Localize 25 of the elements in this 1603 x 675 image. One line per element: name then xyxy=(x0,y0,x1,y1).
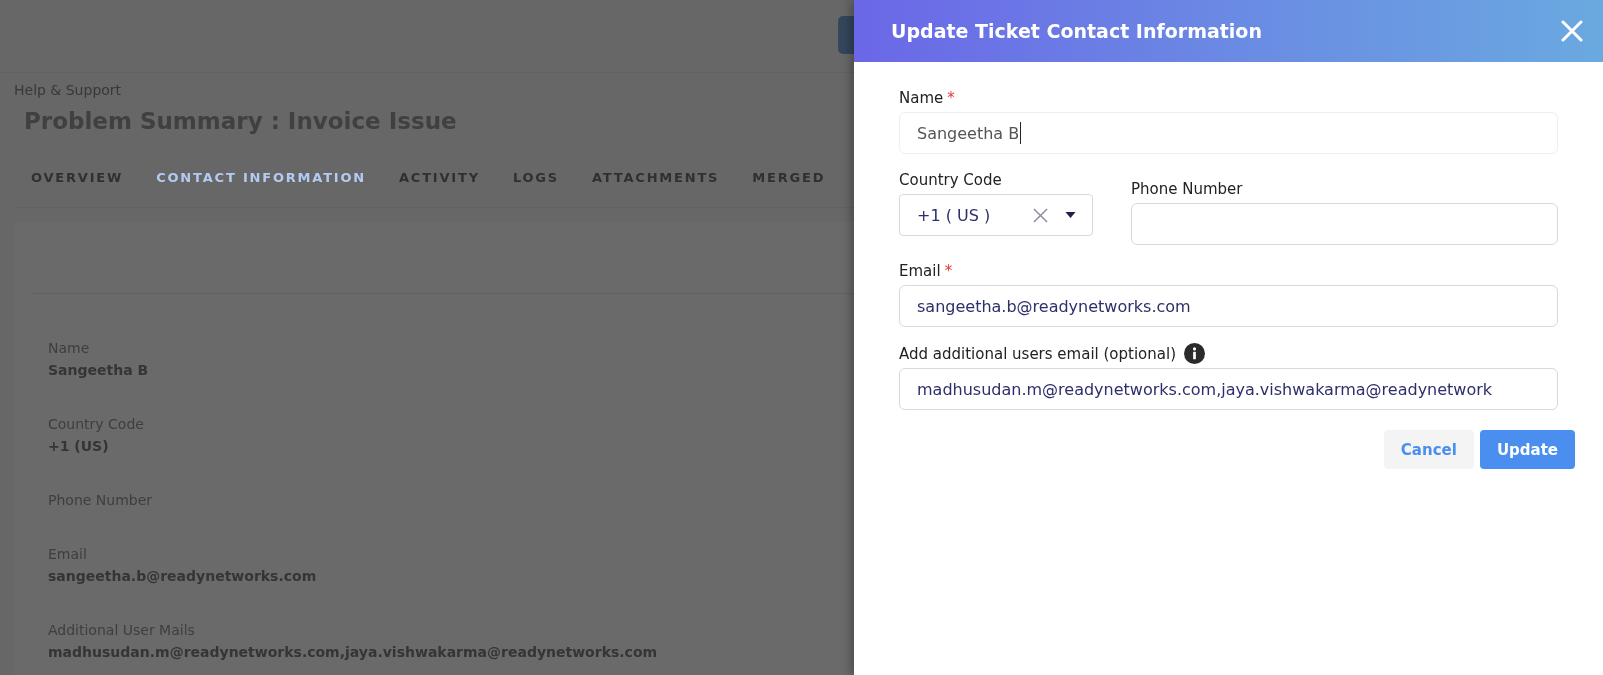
info-icon[interactable] xyxy=(1184,343,1205,364)
tab[interactable]: OVERVIEW xyxy=(31,158,124,207)
cancel-button[interactable]: Cancel xyxy=(1383,430,1474,469)
tab[interactable]: MERGED xyxy=(752,158,826,207)
required-mark: * xyxy=(947,88,955,108)
submit-button[interactable]: Update xyxy=(1479,430,1575,469)
input-field[interactable] xyxy=(1131,203,1558,245)
field-label: Country Code xyxy=(899,170,1002,190)
field-label: Phone Number xyxy=(1131,179,1243,199)
input-field[interactable]: Sangeetha B xyxy=(899,112,1558,154)
field-label: Email xyxy=(899,261,941,281)
dropdown-field[interactable]: +1 ( US ) xyxy=(899,194,1093,236)
input-field[interactable]: madhusudan.m@readynetworks.com,jaya.vishwakarma@readynetwork xyxy=(899,368,1558,410)
tab[interactable]: ACTIVITY xyxy=(399,158,480,207)
field-label: Name xyxy=(899,88,944,108)
dialog-title: Update Ticket Contact Information xyxy=(891,20,1262,42)
caret-down-icon[interactable] xyxy=(1065,212,1076,218)
input-field[interactable]: sangeetha.b@readynetworks.com xyxy=(899,285,1558,327)
required-mark: * xyxy=(944,261,953,281)
text-cursor xyxy=(1020,122,1022,144)
clear-icon[interactable] xyxy=(1033,207,1048,223)
close-icon[interactable] xyxy=(1561,20,1583,42)
field-label: Add additional users email (optional) xyxy=(899,343,1176,364)
tab[interactable]: ATTACHMENTS xyxy=(592,158,720,207)
tab[interactable]: CONTACT INFORMATION xyxy=(156,158,366,207)
